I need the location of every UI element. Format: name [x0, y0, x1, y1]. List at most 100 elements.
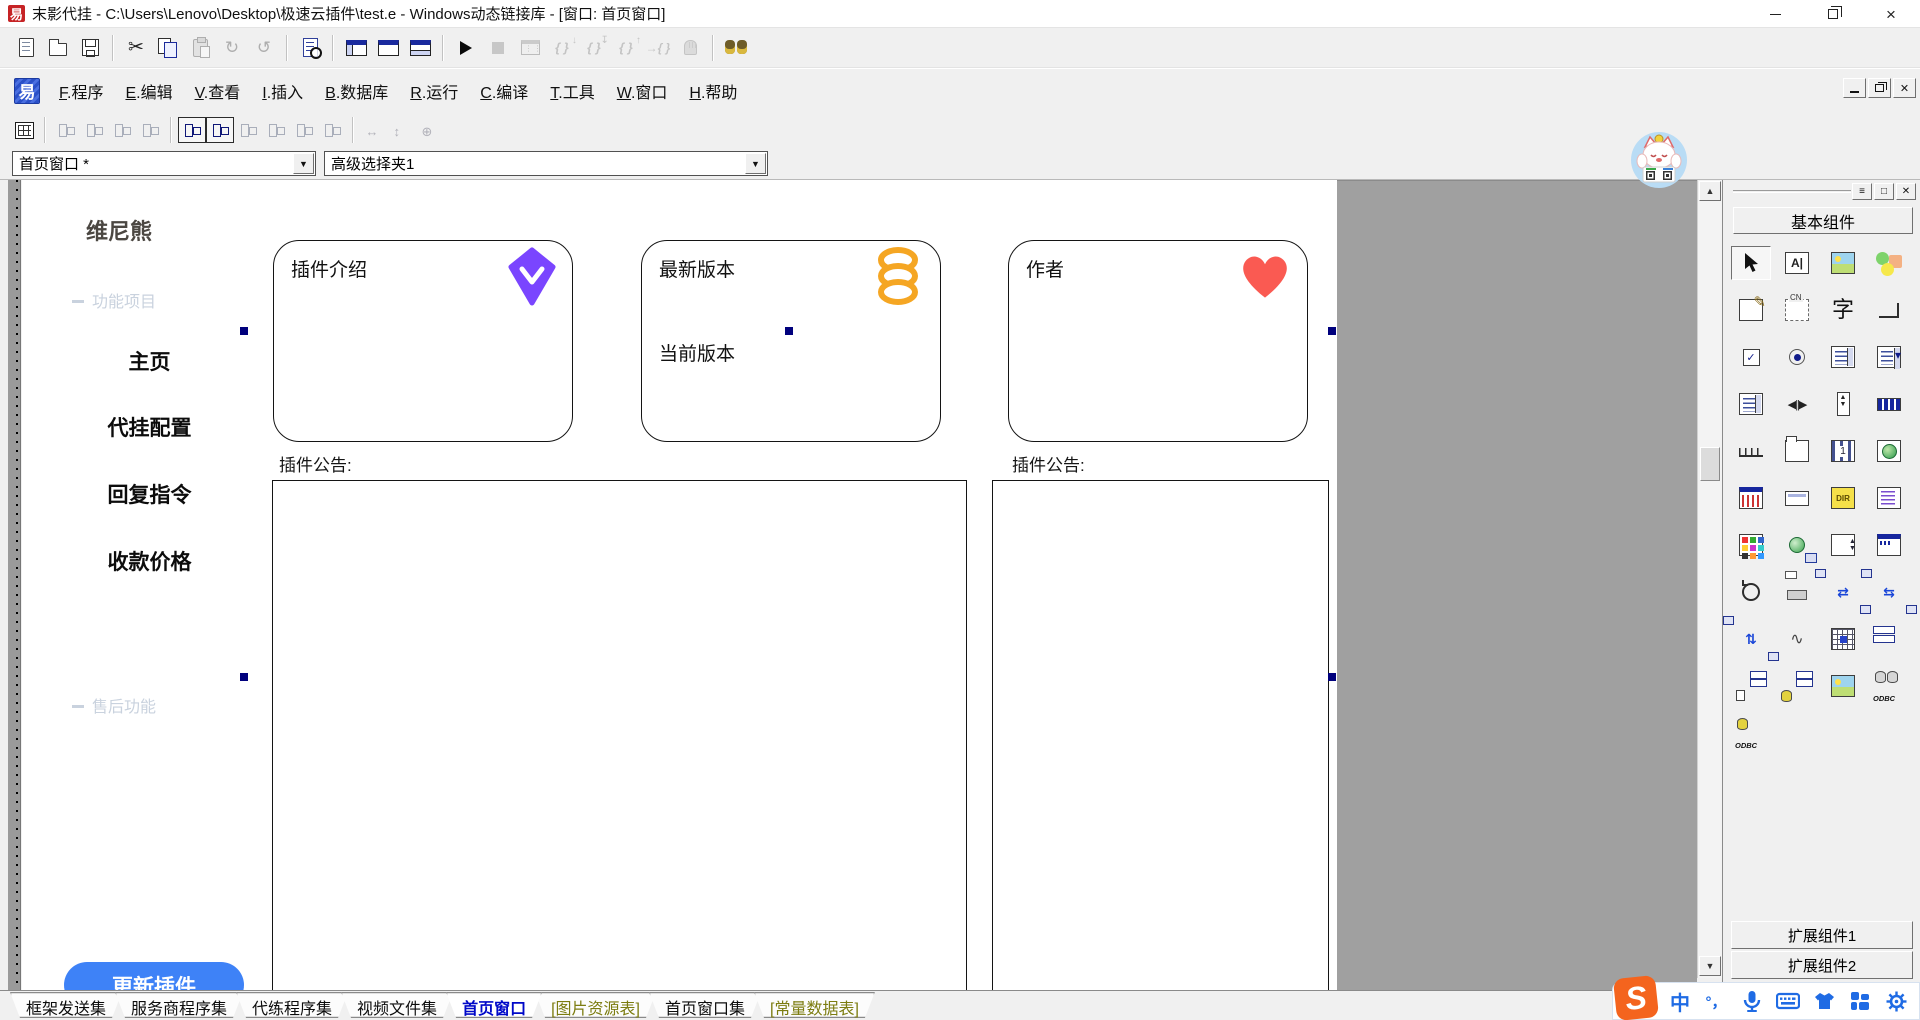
palette-menu-button[interactable]: ≡ — [1852, 183, 1872, 200]
form-selection-border[interactable] — [8, 180, 21, 990]
palette-directory-box-icon[interactable]: DIR — [1823, 481, 1863, 515]
palette-data-grid-icon[interactable] — [1823, 622, 1863, 656]
scrollbar-thumb[interactable] — [1700, 447, 1720, 481]
scroll-down-button[interactable]: ▼ — [1699, 956, 1721, 976]
keyboard-icon[interactable] — [1775, 992, 1801, 1010]
palette-list-box-icon[interactable] — [1823, 340, 1863, 374]
palette-choice-list-box-icon[interactable] — [1731, 387, 1771, 421]
palette-label-icon[interactable]: A| — [1777, 246, 1817, 280]
sidebar-item-reply[interactable]: 回复指令 — [62, 479, 237, 509]
sheet-tab-视频文件集[interactable]: 视频文件集 — [341, 992, 453, 1018]
window-layout-3-button[interactable] — [404, 33, 436, 63]
palette-printer-icon[interactable] — [1777, 575, 1817, 609]
palette-ruler-icon[interactable] — [1731, 434, 1771, 468]
child-close-button[interactable]: ✕ — [1893, 78, 1916, 98]
palette-shape-icon[interactable] — [1869, 246, 1909, 280]
restore-button[interactable] — [1804, 0, 1862, 28]
sidebar-item-home[interactable]: 主页 — [62, 346, 237, 376]
palette-check-box-icon[interactable]: ✓ — [1731, 340, 1771, 374]
menu-item-编辑[interactable]: E.编辑 — [114, 74, 183, 108]
sheet-tab-首页窗口[interactable]: 首页窗口 — [446, 992, 542, 1018]
sogou-logo-icon[interactable]: S — [1613, 975, 1659, 1020]
selection-handle[interactable] — [240, 673, 248, 681]
update-plugin-button[interactable]: 更新插件 — [64, 962, 244, 990]
palette-com-port-icon[interactable] — [1777, 622, 1817, 656]
palette-tool-window-icon[interactable] — [1869, 528, 1909, 562]
sheet-tab-服务商程序集[interactable]: 服务商程序集 — [115, 992, 243, 1018]
palette-edit-box-icon[interactable] — [1731, 293, 1771, 327]
palette-browser-box-icon[interactable] — [1869, 434, 1909, 468]
announcement-textbox-left[interactable] — [272, 480, 967, 990]
window-selector[interactable]: 首页窗口 * ▼ — [12, 151, 316, 176]
form-grid-button[interactable] — [10, 117, 38, 143]
palette-scroll-bar-icon[interactable]: ▲▼ — [1823, 387, 1863, 421]
announcement-label-right[interactable]: 插件公告: — [1008, 450, 1089, 477]
palette-h-splitter-icon[interactable] — [1869, 622, 1909, 656]
palette-progress-bar-icon[interactable] — [1869, 387, 1909, 421]
child-restore-button[interactable] — [1868, 78, 1891, 98]
section-label-top[interactable]: 功能项目 — [72, 288, 156, 312]
ime-punctuation-toggle[interactable]: °， — [1703, 991, 1729, 1012]
palette-net-link-icon[interactable]: ⇅ — [1731, 622, 1771, 656]
card-version[interactable]: 最新版本 当前版本 — [641, 240, 941, 442]
center-vertical-button[interactable] — [206, 117, 234, 143]
chevron-down-icon[interactable]: ▼ — [293, 153, 314, 174]
scroll-up-button[interactable]: ▲ — [1699, 181, 1721, 201]
brand-label[interactable]: 维尼熊 — [86, 214, 152, 246]
apps-grid-icon[interactable] — [1847, 991, 1873, 1011]
menu-item-窗口[interactable]: W.窗口 — [606, 74, 679, 108]
palette-static-text-icon[interactable]: 字 — [1823, 293, 1863, 327]
minimize-button[interactable] — [1746, 0, 1804, 28]
open-file-button[interactable] — [42, 33, 74, 63]
ime-language-toggle[interactable]: 中 — [1667, 987, 1693, 1016]
close-button[interactable]: × — [1862, 0, 1920, 28]
menu-item-程序[interactable]: F.程序 — [48, 74, 114, 108]
palette-spin-box-icon[interactable] — [1823, 528, 1863, 562]
palette-db-link-icon[interactable] — [1777, 669, 1817, 703]
selection-handle[interactable] — [785, 327, 793, 335]
sheet-tab-首页窗口集[interactable]: 首页窗口集 — [649, 992, 761, 1018]
section-label-bottom[interactable]: 售后功能 — [72, 693, 156, 717]
palette-line-border-icon[interactable] — [1869, 293, 1909, 327]
palette-picture-box-icon[interactable] — [1823, 246, 1863, 280]
menu-item-数据库[interactable]: B.数据库 — [314, 74, 399, 108]
palette-combo-box-icon[interactable] — [1869, 340, 1909, 374]
basic-components-button[interactable]: 基本组件 — [1733, 207, 1913, 234]
palette-animation-box-icon[interactable] — [1823, 434, 1863, 468]
palette-color-picker-icon[interactable] — [1731, 528, 1771, 562]
sidebar-item-config[interactable]: 代挂配置 — [62, 412, 237, 442]
settings-gear-icon[interactable] — [1883, 991, 1909, 1012]
palette-rich-edit-box-icon[interactable] — [1869, 481, 1909, 515]
announcement-textbox-right[interactable] — [992, 480, 1329, 990]
copy-button[interactable] — [152, 33, 184, 63]
palette-radio-button-icon[interactable] — [1777, 340, 1817, 374]
menu-item-工具[interactable]: T.工具 — [539, 74, 605, 108]
extension-components-1-button[interactable]: 扩展组件1 — [1731, 921, 1913, 949]
sheet-tab-常量数据表[interactable]: [常量数据表] — [754, 992, 875, 1018]
designed-form[interactable]: 维尼熊 功能项目 主页 代挂配置 回复指令 收款价格 售后功能 更新插件 插件介… — [22, 180, 1337, 990]
run-button[interactable] — [450, 33, 482, 63]
sheet-tab-图片资源表[interactable]: [图片资源表] — [535, 992, 656, 1018]
palette-timer-icon[interactable] — [1731, 575, 1771, 609]
palette-slider-bar-icon[interactable]: ◀||▶ — [1777, 387, 1817, 421]
sidebar-item-price[interactable]: 收款价格 — [62, 546, 237, 576]
window-layout-1-button[interactable] — [340, 33, 372, 63]
menu-item-编译[interactable]: C.编译 — [469, 74, 539, 108]
palette-group-box-icon[interactable] — [1777, 293, 1817, 327]
palette-close-button[interactable]: ✕ — [1896, 183, 1916, 200]
palette-image-box-icon[interactable] — [1823, 669, 1863, 703]
palette-internet-box-icon[interactable] — [1777, 528, 1817, 562]
skin-icon[interactable] — [1811, 991, 1837, 1011]
chevron-down-icon[interactable]: ▼ — [745, 153, 766, 174]
palette-month-calendar-icon[interactable] — [1731, 481, 1771, 515]
container-selector[interactable]: 高级选择夹1 ▼ — [324, 151, 768, 176]
menu-item-查看[interactable]: V.查看 — [184, 74, 252, 108]
form-designer-canvas[interactable]: 维尼熊 功能项目 主页 代挂配置 回复指令 收款价格 售后功能 更新插件 插件介… — [0, 180, 1722, 990]
menu-item-帮助[interactable]: H.帮助 — [678, 74, 748, 108]
microphone-icon[interactable] — [1739, 990, 1765, 1012]
palette-odbc-db-icon[interactable]: ODBC — [1731, 716, 1771, 750]
menu-item-插入[interactable]: I.插入 — [251, 74, 314, 108]
palette-tab-control-icon[interactable] — [1777, 434, 1817, 468]
card-author[interactable]: 作者 — [1008, 240, 1308, 442]
vertical-scrollbar[interactable]: ▲ ▼ — [1697, 180, 1722, 978]
